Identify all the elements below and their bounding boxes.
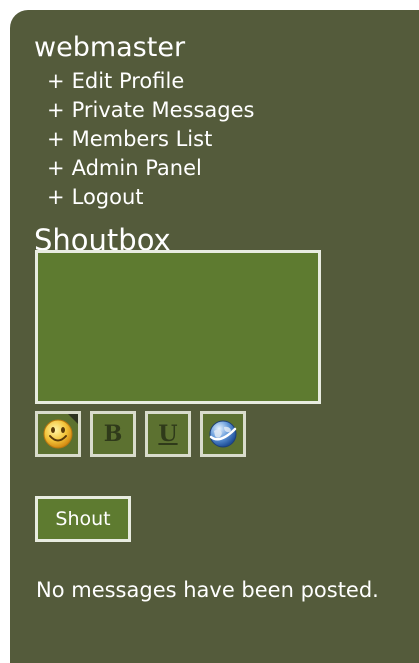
nav-item-label[interactable]: Edit Profile (72, 69, 185, 93)
globe-link-icon (209, 420, 237, 448)
underline-button[interactable]: U (145, 411, 191, 457)
username-heading: webmaster (34, 32, 186, 63)
nav-item-label[interactable]: Private Messages (72, 98, 255, 122)
nav-bullet: + (47, 127, 65, 151)
nav-item-logout[interactable]: + Logout (47, 183, 254, 212)
bold-icon: B (103, 421, 123, 447)
nav-bullet: + (47, 69, 65, 93)
shout-button[interactable]: Shout (35, 496, 131, 542)
dropdown-corner-icon (68, 414, 78, 424)
shout-message-input[interactable] (35, 250, 321, 404)
nav-bullet: + (47, 98, 65, 122)
nav-item-label[interactable]: Members List (72, 127, 213, 151)
nav-item-label[interactable]: Admin Panel (72, 156, 202, 180)
smiley-button[interactable] (35, 411, 81, 457)
nav-item-edit-profile[interactable]: + Edit Profile (47, 67, 254, 96)
shoutbox-status-message: No messages have been posted. (36, 578, 379, 602)
nav-bullet: + (47, 156, 65, 180)
nav-item-label[interactable]: Logout (72, 185, 144, 209)
nav-item-private-messages[interactable]: + Private Messages (47, 96, 254, 125)
insert-link-button[interactable] (200, 411, 246, 457)
shout-toolbar: B U (35, 411, 246, 457)
nav-bullet: + (47, 185, 65, 209)
nav-item-admin-panel[interactable]: + Admin Panel (47, 154, 254, 183)
user-nav-menu: + Edit Profile + Private Messages + Members… (47, 67, 254, 212)
nav-item-members-list[interactable]: + Members List (47, 125, 254, 154)
underline-icon: U (158, 421, 178, 447)
bold-button[interactable]: B (90, 411, 136, 457)
